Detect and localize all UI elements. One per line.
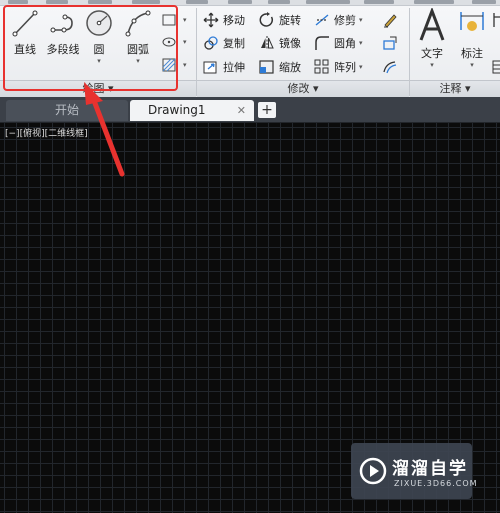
trim-icon (315, 14, 329, 26)
text-icon (419, 8, 445, 41)
new-tab-button[interactable]: + (258, 102, 276, 118)
ellipse-dropdown-icon[interactable]: ▾ (183, 38, 187, 46)
play-logo-icon (359, 457, 387, 485)
move-icon (203, 12, 219, 28)
annotation-panel-footer[interactable]: 注释 ▾ (410, 80, 500, 98)
rectangle-dropdown-icon[interactable]: ▾ (183, 16, 187, 24)
dimension-icon (460, 12, 484, 31)
viewport-controls[interactable]: [−][俯视][二维线框] (5, 126, 88, 139)
stretch-label: 拉伸 (223, 61, 245, 74)
mirror-label: 镜像 (279, 37, 301, 50)
modify-panel-expand-icon[interactable]: ▾ (313, 82, 319, 95)
tab-start-label: 开始 (54, 103, 79, 117)
text-label: 文字 (421, 47, 443, 60)
erase-tool[interactable] (382, 10, 402, 30)
array-icon (314, 59, 329, 74)
dimension-tool[interactable]: 标注 ▾ (455, 8, 489, 69)
explode-tool[interactable] (382, 33, 402, 53)
rotate-icon (259, 12, 273, 27)
watermark-url: ZIXUE.3D66.COM (394, 479, 478, 488)
trim-tool[interactable]: 修剪 ▾ (314, 10, 363, 30)
scale-label: 缩放 (279, 61, 301, 74)
modify-panel-footer[interactable]: 修改 ▾ (197, 80, 409, 98)
array-label: 阵列 (334, 61, 356, 74)
copy-icon (204, 36, 218, 50)
scale-icon (259, 60, 274, 74)
erase-icon (384, 14, 397, 28)
ribbon: 直线 多段线 圆 ▾ 圆弧 ▾ ▾ ▾ ▾ 绘图 ▾ 移动 旋转 修剪 ▾ 复制… (0, 0, 500, 98)
dimension-dropdown-icon[interactable]: ▾ (455, 61, 489, 69)
mirror-tool[interactable]: 镜像 (259, 33, 301, 53)
modify-panel-title: 修改 (287, 82, 310, 95)
table-icon (492, 60, 500, 74)
tab-drawing1[interactable]: Drawing1 ✕ (130, 100, 254, 121)
hatch-dropdown-icon[interactable]: ▾ (183, 61, 187, 69)
annotation-panel-title: 注释 (439, 82, 462, 95)
copy-tool[interactable]: 复制 (203, 33, 245, 53)
stretch-icon (203, 61, 217, 74)
mirror-icon (261, 36, 274, 50)
tab-start[interactable]: 开始 (6, 100, 128, 121)
table-tool[interactable] (492, 57, 500, 77)
text-dropdown-icon[interactable]: ▾ (414, 61, 450, 69)
rotate-tool[interactable]: 旋转 (259, 10, 301, 30)
offset-icon (383, 61, 397, 74)
watermark: 溜溜自学 ZIXUE.3D66.COM (351, 443, 477, 499)
close-icon[interactable]: ✕ (237, 100, 246, 121)
move-tool[interactable]: 移动 (203, 10, 245, 30)
leader-tool[interactable] (492, 10, 500, 30)
fillet-label: 圆角 (334, 37, 356, 50)
scale-tool[interactable]: 缩放 (259, 57, 301, 77)
file-tab-bar: 开始 Drawing1 ✕ + (0, 97, 500, 123)
explode-icon (383, 36, 397, 50)
dimension-label: 标注 (461, 47, 483, 60)
watermark-title: 溜溜自学 (392, 459, 468, 479)
fillet-dropdown-icon[interactable]: ▾ (359, 39, 363, 47)
fillet-icon (315, 36, 329, 50)
tab-drawing1-label: Drawing1 (148, 103, 206, 117)
stretch-tool[interactable]: 拉伸 (203, 57, 245, 77)
trim-dropdown-icon[interactable]: ▾ (359, 16, 363, 24)
trim-label: 修剪 (334, 14, 356, 27)
annotation-panel-expand-icon[interactable]: ▾ (465, 82, 471, 95)
copy-label: 复制 (223, 37, 245, 50)
text-tool[interactable]: 文字 ▾ (414, 8, 450, 69)
leader-icon (493, 13, 500, 27)
array-dropdown-icon[interactable]: ▾ (359, 63, 363, 71)
fillet-tool[interactable]: 圆角 ▾ (314, 33, 363, 53)
move-label: 移动 (223, 14, 245, 27)
offset-tool[interactable] (382, 57, 402, 77)
rotate-label: 旋转 (279, 14, 301, 27)
draw-tools-highlight (3, 5, 178, 91)
array-tool[interactable]: 阵列 ▾ (314, 57, 363, 77)
